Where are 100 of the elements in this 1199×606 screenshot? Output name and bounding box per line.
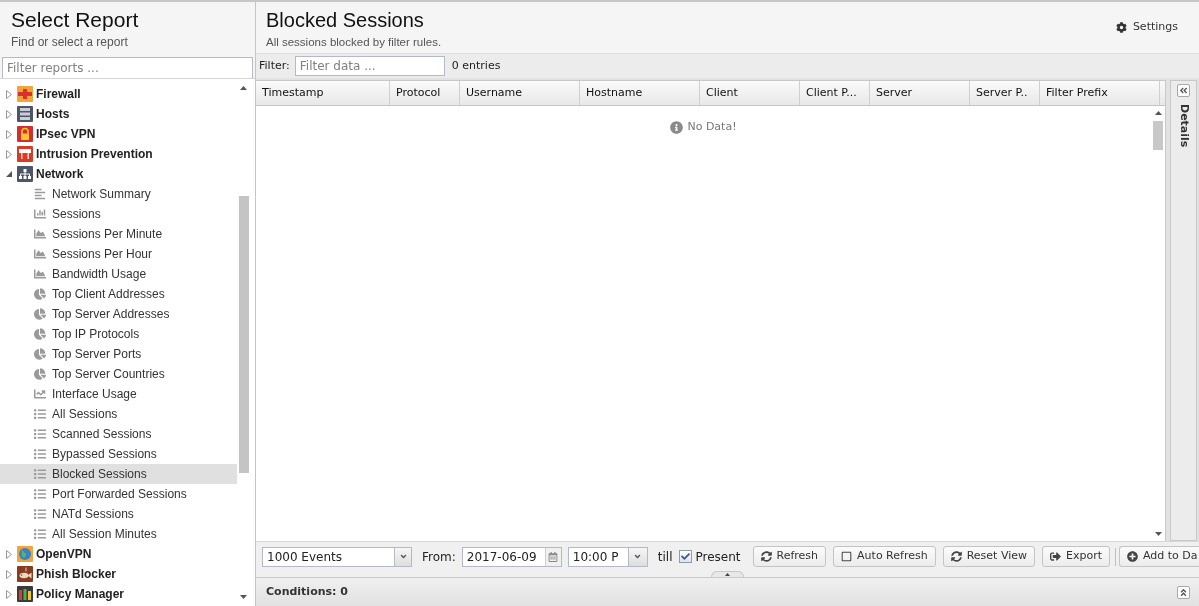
tree-item[interactable]: Network Summary [0, 184, 237, 204]
toolbar-button[interactable]: Export [1042, 546, 1110, 567]
caret-right-icon[interactable] [6, 89, 12, 99]
pie-chart-icon [34, 328, 46, 340]
column-header[interactable]: Hostname [580, 81, 700, 105]
column-header[interactable]: Timestamp [256, 81, 390, 105]
pie-chart-icon [34, 288, 46, 300]
tree-item[interactable]: Top Server Countries [0, 364, 237, 384]
tree-item[interactable]: All Session Minutes [0, 524, 237, 544]
refresh-icon [950, 551, 962, 562]
report-subtitle: All sessions blocked by filter rules. [266, 35, 442, 49]
caret-right-icon[interactable] [6, 109, 12, 119]
area-chart-icon [34, 248, 46, 260]
time-dropdown[interactable]: 10:00 P [567, 546, 648, 567]
settings-icon [1115, 21, 1127, 33]
entry-count: 0 entries [451, 57, 501, 74]
list-icon [34, 428, 46, 440]
caret-right-icon[interactable] [6, 129, 12, 139]
pie-chart-icon [34, 368, 46, 380]
from-label: From: [422, 548, 456, 566]
present-label: Present [695, 548, 741, 566]
tree-item[interactable]: Top Client Addresses [0, 284, 237, 304]
tree-item[interactable]: Top Server Ports [0, 344, 237, 364]
tree-item[interactable]: Blocked Sessions [0, 464, 237, 484]
tree-item[interactable]: Intrusion Prevention [0, 144, 237, 164]
limit-dropdown[interactable]: 1000 Events [262, 546, 412, 567]
tree-item[interactable]: Port Forwarded Sessions [0, 484, 237, 504]
caret-right-icon[interactable] [6, 149, 12, 159]
tree-item[interactable]: Sessions [0, 204, 237, 224]
caret-down-icon[interactable] [240, 595, 247, 599]
collapse-button[interactable] [1177, 84, 1190, 97]
scrollbar-thumb[interactable] [238, 196, 249, 473]
list-icon [34, 448, 46, 460]
tree-item[interactable]: IPsec VPN [0, 124, 237, 144]
toolbar-button[interactable]: Auto Refresh [833, 546, 936, 567]
till-label: till [657, 548, 673, 566]
caret-down-icon[interactable] [6, 171, 12, 177]
list-icon [34, 528, 46, 540]
tree-item[interactable]: NATd Sessions [0, 504, 237, 524]
caret-up-icon[interactable] [1154, 111, 1162, 115]
conditions-label: Conditions: 0 [266, 583, 348, 600]
report-title: Blocked Sessions [266, 8, 425, 33]
column-header[interactable]: Protocol [390, 81, 460, 105]
expand-button[interactable] [1177, 585, 1190, 599]
export-icon [1050, 551, 1061, 562]
column-header[interactable]: Server [870, 81, 970, 105]
caret-down-icon[interactable] [1154, 532, 1162, 536]
caret-right-icon[interactable] [6, 589, 12, 599]
tree-item[interactable]: Network [0, 164, 237, 184]
check-icon [680, 552, 690, 561]
date-field[interactable]: 2017-06-09 [461, 546, 562, 567]
details-label[interactable]: Details [1175, 104, 1192, 148]
settings-button[interactable]: Settings [1115, 19, 1178, 35]
column-header[interactable]: Server P.. [970, 81, 1040, 105]
checkbox-icon [841, 551, 853, 562]
area-chart-icon [34, 228, 46, 240]
filter-field[interactable]: Filter reports ... [2, 57, 253, 79]
list-icon [34, 468, 46, 480]
list-icon [34, 408, 46, 420]
tree-item[interactable]: Hosts [0, 104, 237, 124]
tree-item[interactable]: OpenVPN [0, 544, 237, 564]
double-chevron-up-icon [1179, 587, 1188, 597]
align-left-icon [34, 188, 46, 200]
present-checkbox[interactable] [678, 550, 692, 563]
caret-up-icon[interactable] [240, 86, 247, 90]
tree-item[interactable]: Bypassed Sessions [0, 444, 237, 464]
column-header[interactable]: Client [700, 81, 800, 105]
tree-item[interactable]: Phish Blocker [0, 564, 237, 584]
caret-right-icon[interactable] [6, 549, 12, 559]
tree-item[interactable]: Sessions Per Minute [0, 224, 237, 244]
tree-item[interactable]: Top IP Protocols [0, 324, 237, 344]
server-icon [17, 106, 33, 122]
tree-item[interactable]: All Sessions [0, 404, 237, 424]
scrollbar-thumb[interactable] [1153, 121, 1163, 150]
wall-tile-icon [17, 86, 33, 102]
tree-item[interactable]: Sessions Per Hour [0, 244, 237, 264]
empty-message: No Data! [687, 118, 737, 135]
tree-item[interactable]: Scanned Sessions [0, 424, 237, 444]
filter-label: Filter: [259, 57, 290, 74]
filter-field[interactable]: Filter data ... [294, 56, 445, 76]
line-chart-icon [34, 388, 46, 400]
pie-chart-icon [34, 348, 46, 360]
toolbar-button[interactable]: Reset View [942, 546, 1035, 567]
tree-item[interactable]: Policy Manager [0, 584, 237, 604]
fish-tile-icon [17, 566, 33, 582]
caret-right-icon[interactable] [6, 569, 12, 579]
tree-item[interactable]: Interface Usage [0, 384, 237, 404]
toolbar-button[interactable]: Add to Da [1119, 546, 1199, 567]
pie-chart-icon [34, 308, 46, 320]
tree-item[interactable]: Top Server Addresses [0, 304, 237, 324]
tree-item[interactable]: Bandwidth Usage [0, 264, 237, 284]
column-header[interactable]: Username [460, 81, 580, 105]
column-header[interactable]: Filter Prefix [1040, 81, 1160, 105]
sidebar-title: Select Report [11, 7, 140, 33]
column-header[interactable]: Client P... [800, 81, 870, 105]
toolbar-button[interactable]: Refresh [752, 546, 827, 567]
caret-down-icon [398, 552, 408, 561]
network-icon [17, 166, 33, 182]
double-chevron-left-icon [1179, 86, 1188, 95]
tree-item[interactable]: Firewall [0, 84, 237, 104]
